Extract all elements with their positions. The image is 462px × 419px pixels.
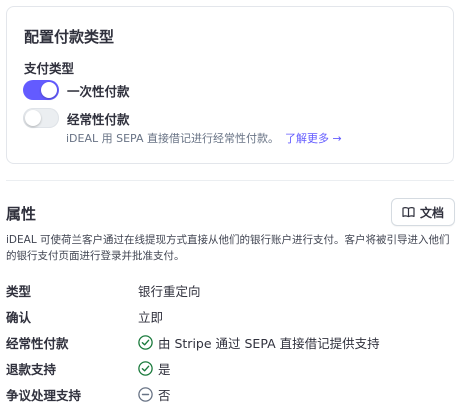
property-row: 类型 银行重定向 — [6, 280, 456, 300]
learn-more-link[interactable]: 了解更多 → — [285, 132, 342, 145]
one-time-payment-row: 一次性付款 — [23, 80, 130, 100]
recurring-payment-row: 经常性付款 — [23, 108, 130, 128]
property-value-text: 立即 — [138, 309, 164, 325]
property-value-text: 由 Stripe 通过 SEPA 直接借记提供支持 — [158, 335, 380, 351]
property-value-text: 是 — [158, 361, 171, 377]
recurring-payment-label: 经常性付款 — [67, 111, 130, 127]
config-title: 配置付款类型 — [24, 28, 115, 46]
property-key: 经常性付款 — [6, 335, 69, 351]
docs-button-label: 文档 — [419, 205, 444, 220]
property-value: 是 — [138, 359, 171, 378]
properties-title: 属性 — [6, 205, 37, 223]
property-row: 确认 立即 — [6, 306, 456, 326]
toggle-knob — [25, 110, 41, 126]
recurring-description-text: iDEAL 用 SEPA 直接借记进行经常性付款。 — [66, 132, 280, 145]
payment-type-config-card: 配置付款类型 支付类型 一次性付款 经常性付款 iDEAL 用 SEPA 直接借… — [6, 6, 454, 164]
property-value-text: 银行重定向 — [138, 283, 201, 299]
check-circle-icon — [138, 360, 153, 376]
properties-description: iDEAL 可使荷兰客户通过在线提现方式直接从他们的银行账户进行支付。客户将被引… — [6, 234, 450, 262]
one-time-payment-label: 一次性付款 — [67, 83, 130, 99]
one-time-payment-toggle[interactable] — [23, 80, 59, 100]
property-row: 退款支持 是 — [6, 358, 456, 378]
property-key: 争议处理支持 — [6, 387, 82, 403]
toggle-knob — [41, 82, 57, 98]
recurring-payment-toggle[interactable] — [23, 108, 59, 128]
property-key: 退款支持 — [6, 361, 57, 377]
minus-circle-icon — [138, 386, 153, 402]
property-value-text: 否 — [158, 387, 171, 403]
property-value: 由 Stripe 通过 SEPA 直接借记提供支持 — [138, 333, 380, 352]
property-key: 类型 — [6, 283, 32, 299]
section-divider — [6, 180, 454, 181]
property-row: 争议处理支持 否 — [6, 384, 456, 404]
recurring-description: iDEAL 用 SEPA 直接借记进行经常性付款。 了解更多 → — [66, 130, 342, 146]
property-value: 立即 — [138, 307, 163, 326]
property-value: 银行重定向 — [138, 281, 201, 300]
property-value: 否 — [138, 385, 171, 404]
check-circle-icon — [138, 334, 153, 350]
property-key: 确认 — [6, 309, 32, 325]
payment-type-label: 支付类型 — [24, 61, 75, 76]
docs-button[interactable]: 文档 — [391, 198, 455, 226]
book-icon — [402, 206, 415, 218]
property-row: 经常性付款 由 Stripe 通过 SEPA 直接借记提供支持 — [6, 332, 456, 352]
